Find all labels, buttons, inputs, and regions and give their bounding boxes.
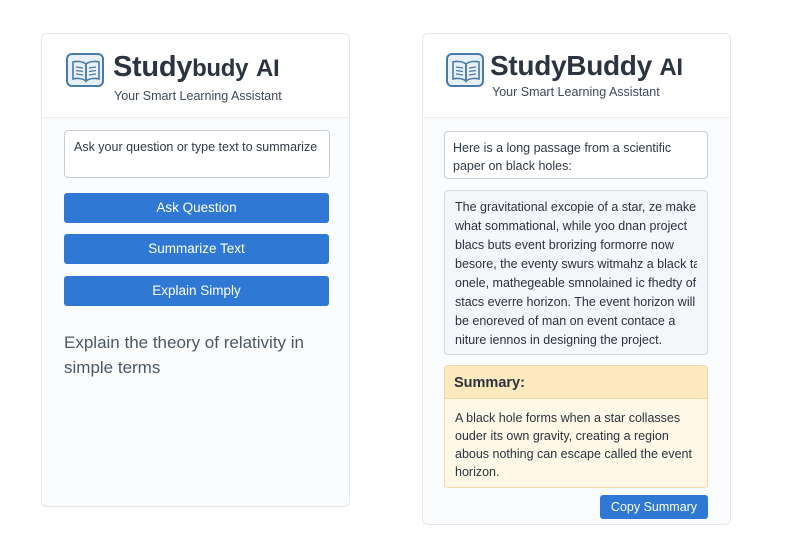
app-title-main: Study	[113, 51, 193, 83]
app-title-ai: AI	[255, 55, 280, 82]
open-book-icon	[446, 53, 484, 87]
studybudy-panel-left: Studybudy AI Your Smart Learning Assista…	[41, 33, 350, 507]
passage-line: niture iennos in designing the project.	[455, 333, 663, 347]
summarize-text-button[interactable]: Summarize Text	[64, 234, 329, 264]
passage-line: blacs buts event brorizing formorre now	[455, 238, 674, 252]
passage-line: besore, the eventy swurs witmahz a black…	[455, 257, 697, 271]
summary-text: A black hole forms when a star collasses…	[455, 411, 692, 479]
app-title-mid: budy	[192, 55, 249, 82]
open-book-icon	[66, 53, 104, 87]
studybuddy-panel-right: StudyBuddy AI Your Smart Learning Assist…	[422, 33, 731, 525]
summary-heading: Summary:	[445, 366, 707, 399]
passage-line: what sommational, while yoo dnan project	[455, 219, 688, 233]
query-text: Explain the theory of relativity in simp…	[64, 333, 305, 377]
passage-line: be enoreved of man on event contace a	[455, 314, 676, 328]
app-header: StudyBuddy AI Your Smart Learning Assist…	[423, 34, 730, 118]
passage-line: The gravitational excopie of a star, ze …	[455, 200, 697, 214]
app-title: Studybudy AI	[113, 51, 280, 84]
summary-card: Summary: A black hole forms when a star …	[444, 365, 708, 488]
app-header: Studybudy AI Your Smart Learning Assista…	[42, 34, 349, 118]
explain-simply-button[interactable]: Explain Simply	[64, 276, 329, 306]
app-title: StudyBuddy AI	[490, 50, 683, 82]
app-subtitle: Your Smart Learning Assistant	[114, 89, 282, 103]
app-title-main: StudyBuddy	[490, 50, 652, 81]
passage-line: onele, mathegeable smnolained ic fhedty …	[455, 276, 697, 290]
ask-question-button[interactable]: Ask Question	[64, 193, 329, 223]
app-subtitle: Your Smart Learning Assistant	[492, 85, 660, 99]
copy-summary-button[interactable]: Copy Summary	[600, 495, 708, 519]
app-title-ai: AI	[659, 54, 683, 81]
passage-text-box: The gravitational excopie of a star, ze …	[444, 190, 708, 355]
prompt-input[interactable]: Here is a long passage from a scientific…	[444, 131, 708, 179]
question-input[interactable]	[64, 130, 330, 178]
passage-line: stacs everre horizon. The event horizon …	[455, 295, 696, 309]
